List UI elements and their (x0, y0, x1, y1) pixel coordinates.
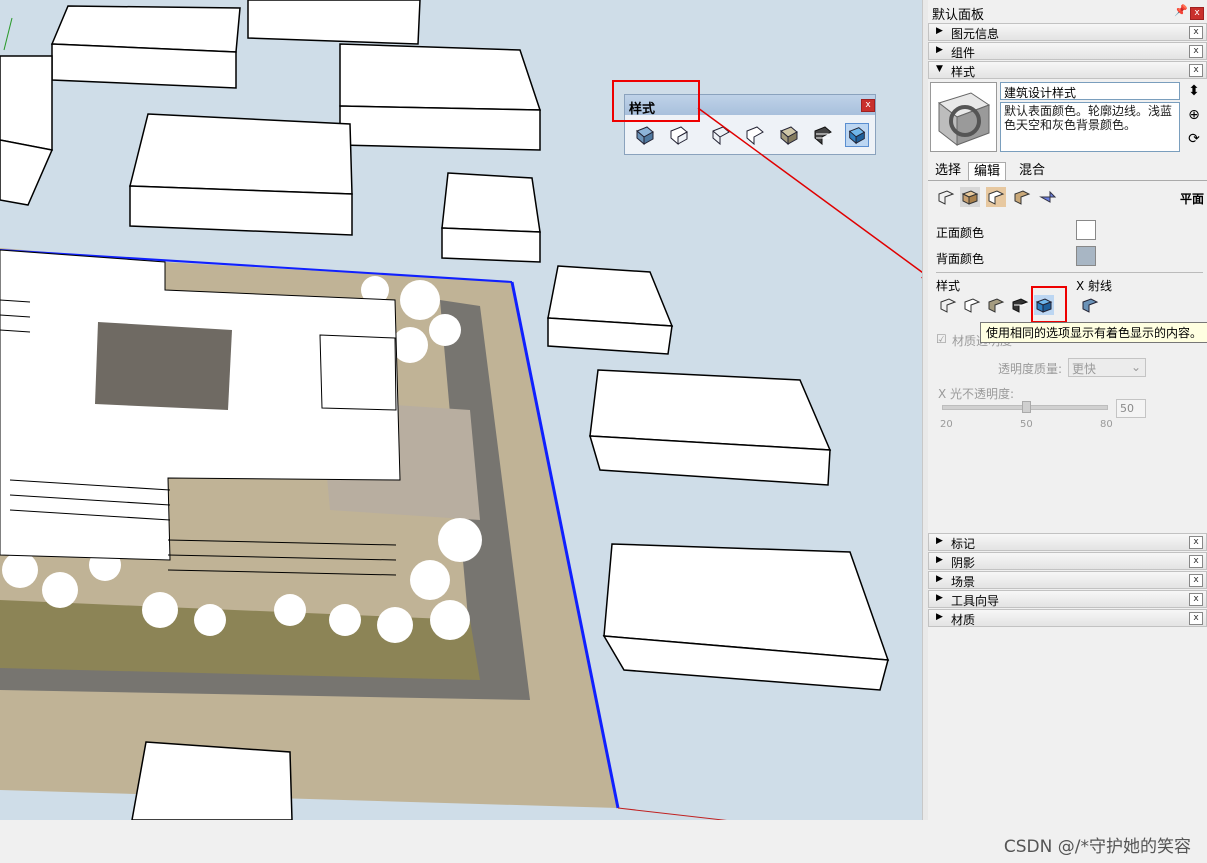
tray-title: 默认面板 (932, 8, 985, 23)
wing-roof (319, 334, 397, 411)
back-color-label: 背面颜色 (936, 252, 985, 266)
slider-tick: 20 (940, 419, 953, 430)
annotation-box-toolbar (612, 80, 700, 122)
expand-arrow-icon: ▶ (936, 536, 943, 546)
tray-close-button[interactable]: x (1190, 7, 1204, 20)
default-tray: 默认面板 📌 x ▶ 图元信息 x ▶ 组件 x ▼ 样式 x 建筑设计样式 默… (928, 0, 1207, 820)
section-close-button[interactable]: x (1189, 64, 1203, 77)
tooltip: 使用相同的选项显示有着色显示的内容。 (980, 322, 1207, 343)
tray-titlebar: 默认面板 📌 x (928, 2, 1207, 23)
create-style-icon[interactable]: ⊕ (1185, 106, 1203, 124)
section-close-button[interactable]: x (1189, 555, 1203, 568)
shaded-icon[interactable] (777, 123, 801, 147)
expand-arrow-icon: ▶ (936, 26, 943, 36)
transparency-quality-select[interactable]: 更快 ⌄ (1068, 358, 1146, 377)
section-components[interactable]: ▶ 组件 x (928, 42, 1207, 60)
shaded-face-icon[interactable] (986, 295, 1006, 315)
wireframe-face-icon[interactable] (938, 295, 958, 315)
collapse-arrow-icon: ▼ (936, 64, 943, 74)
xray-face-icon[interactable] (1080, 295, 1100, 315)
xray-opacity-label: X 光不透明度: (938, 387, 1015, 401)
monochrome-icon (848, 127, 866, 145)
styles-toolbar-close-button[interactable]: x (861, 99, 875, 112)
section-label: 阴影 (951, 556, 976, 570)
section-label: 组件 (951, 46, 976, 60)
section-label: 样式 (951, 65, 976, 79)
divider (936, 272, 1203, 273)
expand-arrow-icon: ▶ (936, 574, 943, 584)
face-settings-icon[interactable] (960, 187, 980, 207)
section-tags[interactable]: ▶ 标记 x (928, 533, 1207, 551)
details-icon[interactable]: ⬍ (1185, 82, 1203, 100)
section-materials[interactable]: ▶ 材质 x (928, 609, 1207, 627)
chevron-down-icon: ⌄ (1130, 360, 1141, 374)
expand-arrow-icon: ▶ (936, 612, 943, 622)
select-value: 更快 (1072, 362, 1097, 376)
section-close-button[interactable]: x (1189, 593, 1203, 606)
section-label: 图元信息 (951, 27, 1000, 41)
xray-opacity-value[interactable]: 50 (1116, 399, 1146, 418)
expand-arrow-icon: ▶ (936, 593, 943, 603)
hidden-line-face-icon[interactable] (962, 295, 982, 315)
style-label: 样式 (936, 279, 961, 293)
section-label: 工具向导 (951, 594, 1000, 608)
tab-edit[interactable]: 编辑 (968, 162, 1007, 181)
section-shadows[interactable]: ▶ 阴影 x (928, 552, 1207, 570)
pin-icon[interactable]: 📌 (1174, 4, 1188, 17)
section-close-button[interactable]: x (1189, 574, 1203, 587)
tab-select[interactable]: 选择 (930, 162, 966, 180)
transparency-quality-label: 透明度质量: (998, 362, 1063, 376)
watermark: CSDN @/*守护她的笑容 (1003, 837, 1191, 857)
section-label: 材质 (951, 613, 976, 627)
style-name-field[interactable]: 建筑设计样式 (1000, 82, 1180, 100)
tab-divider (928, 180, 1207, 181)
modeling-settings-icon[interactable] (1038, 187, 1058, 207)
transparency-checkbox[interactable]: ☑ (936, 332, 947, 346)
slider-tick: 80 (1100, 419, 1113, 430)
section-instructor[interactable]: ▶ 工具向导 x (928, 590, 1207, 608)
edge-settings-icon[interactable] (936, 187, 956, 207)
annotation-box-monochrome (1031, 286, 1067, 323)
courtyard (95, 322, 232, 410)
background-settings-icon[interactable] (986, 187, 1006, 207)
section-close-button[interactable]: x (1189, 536, 1203, 549)
section-close-button[interactable]: x (1189, 45, 1203, 58)
section-close-button[interactable]: x (1189, 612, 1203, 625)
section-label: 场景 (951, 575, 976, 589)
shaded-with-textures-icon[interactable] (811, 123, 835, 147)
section-close-button[interactable]: x (1189, 26, 1203, 39)
section-label: 标记 (951, 537, 976, 551)
back-edges-icon[interactable] (667, 123, 691, 147)
slider-tick: 50 (1020, 419, 1033, 430)
xray-label: X 射线 (1076, 279, 1113, 293)
style-description-field[interactable]: 默认表面颜色。轮廓边线。浅蓝色天空和灰色背景颜色。 (1000, 102, 1180, 152)
front-color-label: 正面颜色 (936, 226, 985, 240)
monochrome-button-selected[interactable] (845, 123, 869, 147)
wireframe-icon[interactable] (709, 123, 733, 147)
update-icon[interactable]: ⟳ (1185, 130, 1203, 148)
back-color-swatch[interactable] (1076, 246, 1096, 266)
section-scenes[interactable]: ▶ 场景 x (928, 571, 1207, 589)
axis-red (617, 807, 727, 820)
slider-thumb[interactable] (1022, 401, 1031, 413)
textured-face-icon[interactable] (1010, 295, 1030, 315)
front-color-swatch[interactable] (1076, 220, 1096, 240)
expand-arrow-icon: ▶ (936, 45, 943, 55)
hidden-line-icon[interactable] (743, 123, 767, 147)
section-entity-info[interactable]: ▶ 图元信息 x (928, 23, 1207, 41)
section-styles[interactable]: ▼ 样式 x (928, 61, 1207, 79)
axis-green (3, 17, 13, 51)
watermark-settings-icon[interactable] (1012, 187, 1032, 207)
update-style-icon (937, 92, 991, 147)
edit-mode-label: 平面 (1180, 192, 1205, 206)
xray-mode-icon[interactable] (633, 123, 657, 147)
expand-arrow-icon: ▶ (936, 555, 943, 565)
tab-mix[interactable]: 混合 (1014, 162, 1050, 180)
style-thumbnail[interactable] (930, 82, 997, 152)
